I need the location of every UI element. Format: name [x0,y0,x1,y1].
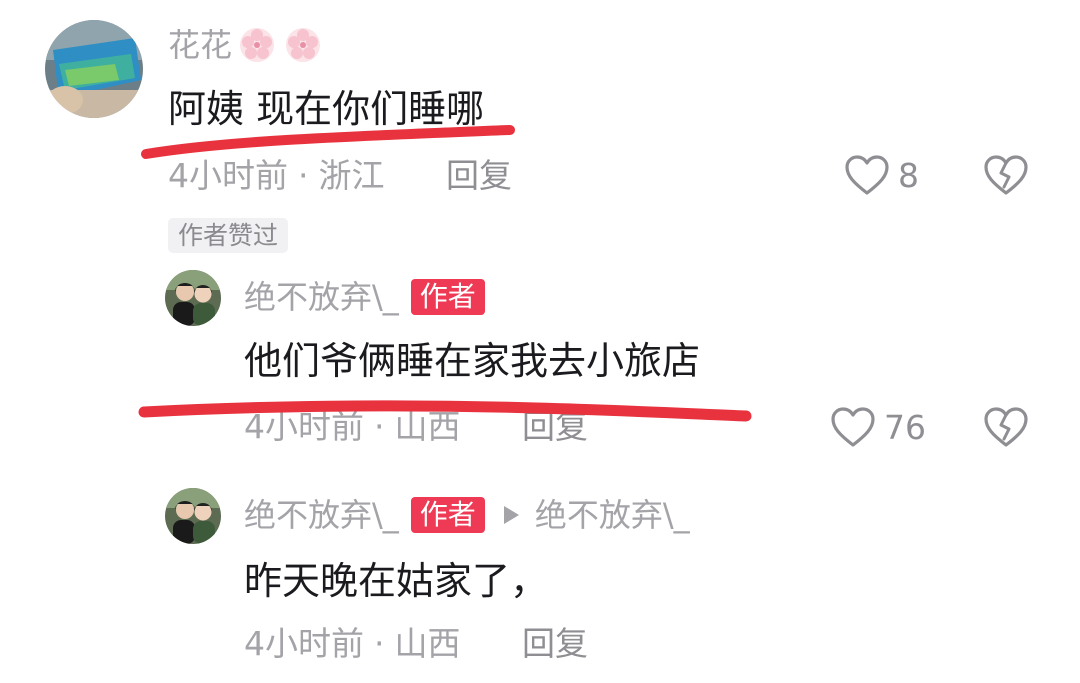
comment-text: 他们爷俩睡在家我去小旅店 [244,339,701,383]
comment-text: 阿姨 现在你们睡哪 [168,87,485,131]
like-count: 76 [884,407,926,447]
author-badge: 作者 [410,279,485,315]
separator-dot: · [298,156,309,195]
comment-2-header: 绝不放弃\_ 作者 [244,279,485,315]
comment-location: 浙江 [318,156,385,195]
separator-dot: · [374,624,385,663]
comment-text: 昨天晚在姑家了， [244,559,549,603]
username[interactable]: 绝不放弃\_ [244,281,399,313]
reply-button[interactable]: 回复 [522,410,588,443]
like-count: 8 [898,155,919,195]
like-button[interactable]: 76 [830,406,926,448]
reply-button[interactable]: 回复 [446,159,512,192]
comment-time: 4小时前 [244,407,364,446]
comment-time: 4小时前 [244,624,364,663]
comment-location: 山西 [394,407,461,446]
username[interactable]: 绝不放弃\_ [244,499,399,531]
avatar-image [165,270,221,326]
heart-icon [831,407,875,447]
comment-time: 4小时前 [168,156,288,195]
author-badge: 作者 [410,497,485,533]
comment-3-header: 绝不放弃\_ 作者 绝不放弃\_ [244,497,690,533]
separator-dot: · [374,407,385,446]
dislike-button[interactable] [983,154,1029,200]
play-arrow-icon [503,506,519,524]
heart-icon [845,155,889,195]
reply-to-username[interactable]: 绝不放弃\_ [535,499,690,531]
comment-meta: 4小时前 · 山西 [244,627,461,660]
reply-button[interactable]: 回复 [522,627,588,660]
username[interactable]: 花花 [168,29,232,61]
like-button[interactable]: 8 [844,154,919,196]
comment-thread: 花花 阿姨 现在你们睡哪 4小时前 · 浙江 回复 8 作者赞过 绝不放弃\_ … [0,0,1080,683]
comment-meta: 4小时前 · 浙江 [168,159,385,192]
dislike-button[interactable] [983,406,1029,452]
avatar[interactable] [165,488,221,544]
avatar[interactable] [165,270,221,326]
broken-heart-icon [984,155,1028,195]
cherry-blossom-icon [284,26,322,64]
comment-location: 山西 [394,624,461,663]
broken-heart-icon [984,407,1028,447]
avatar-image [45,20,143,118]
avatar[interactable] [45,20,143,118]
author-liked-badge: 作者赞过 [168,218,289,253]
cherry-blossom-icon [238,26,276,64]
avatar-image [165,488,221,544]
comment-meta: 4小时前 · 山西 [244,410,461,443]
comment-1-header: 花花 [168,26,322,64]
